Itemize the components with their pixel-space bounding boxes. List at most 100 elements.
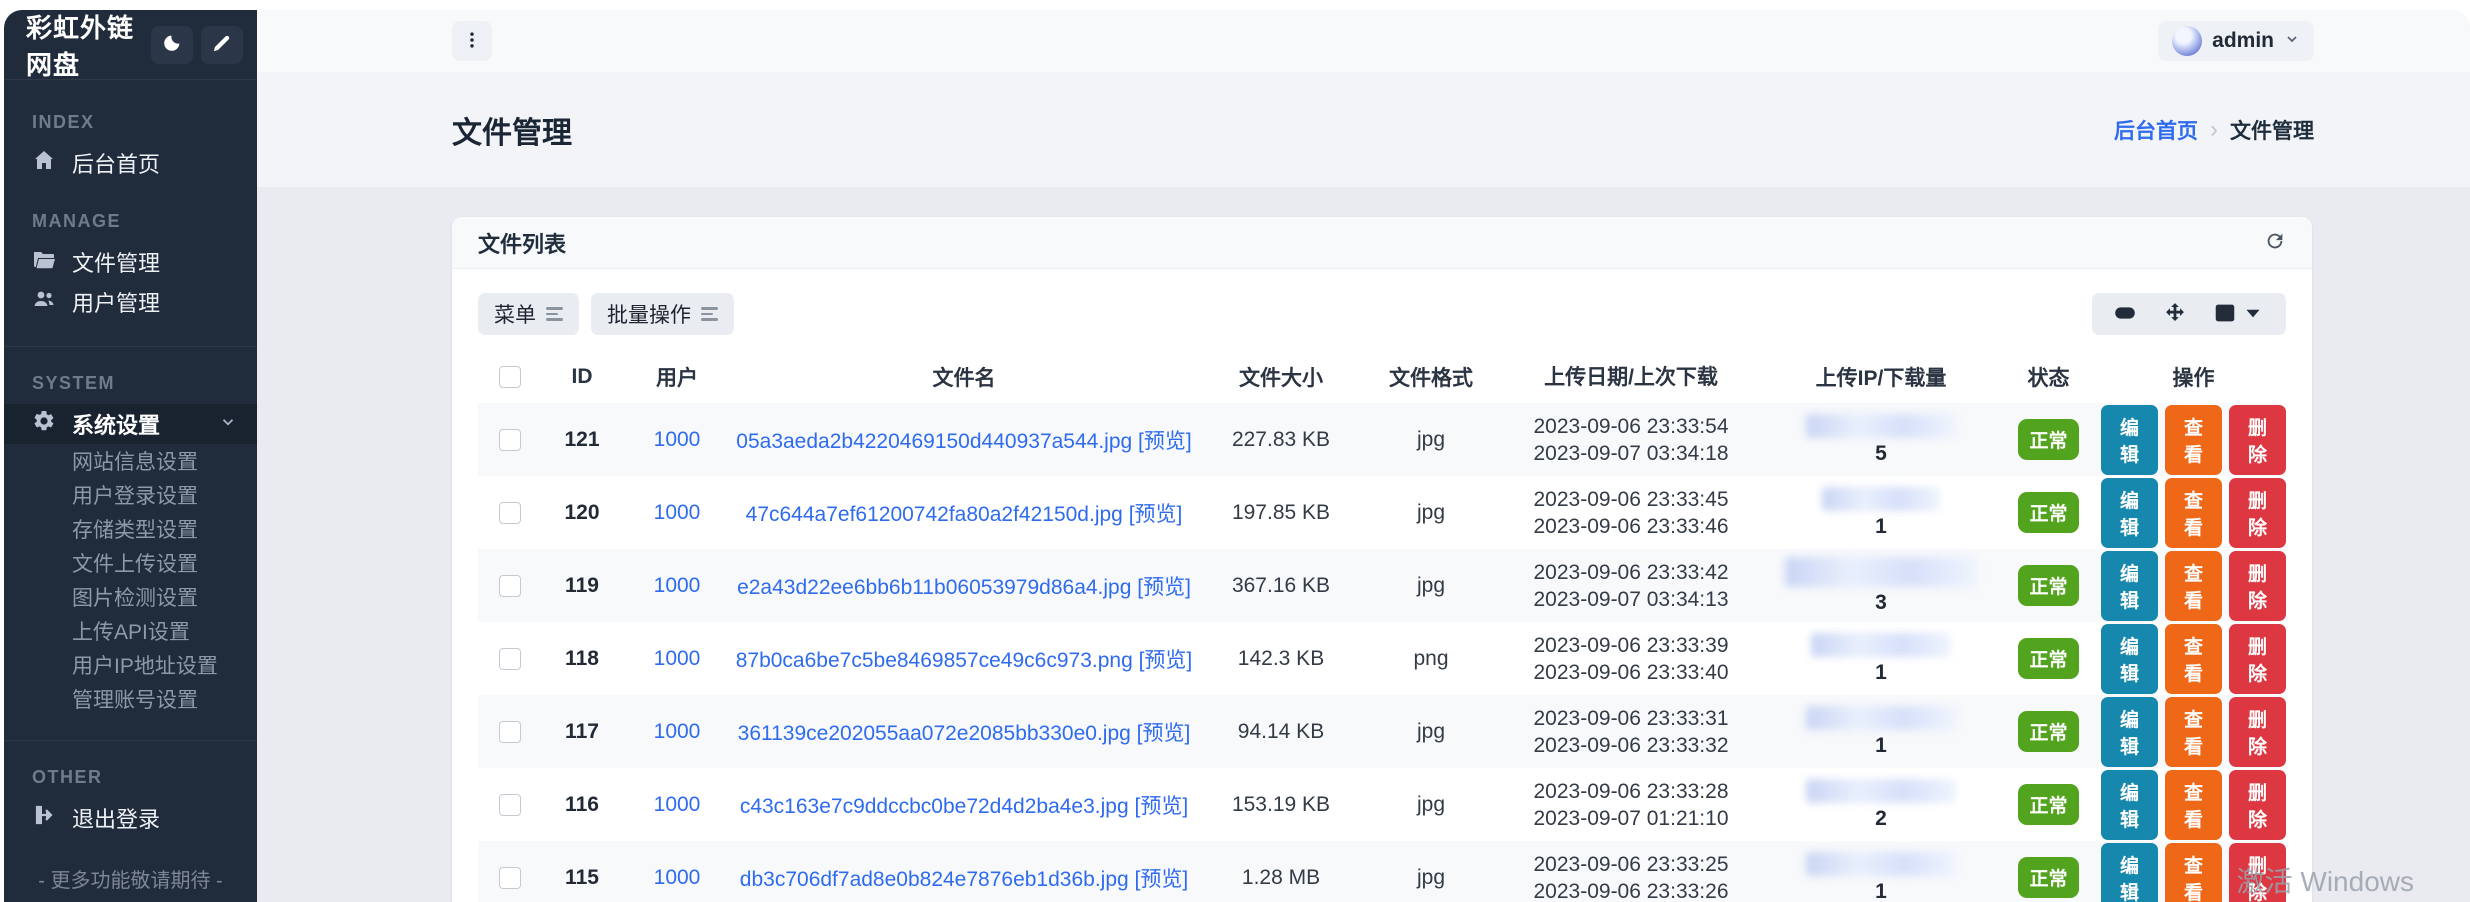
filename-link[interactable]: db3c706df7ad8e0b824e7876eb1d36b.jpg [740, 868, 1129, 891]
preview-link[interactable]: [预览] [1135, 795, 1189, 818]
view-button[interactable]: 查看 [2165, 478, 2222, 548]
settings-submenu: 网站信息设置 用户登录设置 存储类型设置 文件上传设置 图片检测设置 上传API… [4, 444, 257, 716]
last-download-date: 2023-09-06 23:33:46 [1496, 513, 1766, 540]
menu-dropdown-button[interactable]: 菜单 [478, 293, 579, 335]
delete-button[interactable]: 删除 [2229, 624, 2286, 694]
submenu-item-site-info[interactable]: 网站信息设置 [4, 444, 257, 478]
table-toolbar: 菜单 批量操作 [478, 293, 2286, 335]
row-checkbox[interactable] [499, 794, 521, 816]
breadcrumb-home-link[interactable]: 后台首页 [2114, 115, 2198, 145]
toggle-columns-button[interactable] [2114, 302, 2136, 327]
user-link[interactable]: 1000 [654, 574, 701, 597]
windows-activation-watermark: 激活 Windows [2237, 860, 2414, 900]
submenu-item-image-check[interactable]: 图片检测设置 [4, 580, 257, 614]
sidebar-item-logout[interactable]: 退出登录 [4, 798, 257, 838]
user-link[interactable]: 1000 [654, 720, 701, 743]
submenu-item-file-upload[interactable]: 文件上传设置 [4, 546, 257, 580]
edit-button[interactable]: 编辑 [2101, 843, 2158, 902]
chevron-down-icon [219, 411, 237, 437]
submenu-item-user-login[interactable]: 用户登录设置 [4, 478, 257, 512]
preview-link[interactable]: [预览] [1129, 503, 1183, 526]
user-link[interactable]: 1000 [654, 793, 701, 816]
sidebar-nav: INDEX 后台首页 MANAGE 文件管理 [4, 80, 257, 902]
sidebar-item-files[interactable]: 文件管理 [4, 242, 257, 282]
nav-section-index: INDEX 后台首页 [4, 112, 257, 183]
filename-link[interactable]: 47c644a7ef61200742fa80a2f42150d.jpg [746, 503, 1123, 526]
batch-button-label: 批量操作 [607, 299, 691, 329]
file-size: 227.83 KB [1196, 428, 1366, 452]
edit-button[interactable]: 编辑 [2101, 551, 2158, 621]
table-row: 118 1000 87b0ca6be7c5be8469857ce49c6c973… [478, 622, 2286, 695]
redacted-ip [1806, 414, 1956, 438]
card-title: 文件列表 [478, 227, 566, 259]
preview-link[interactable]: [预览] [1138, 430, 1192, 453]
kebab-menu-button[interactable] [452, 21, 492, 61]
main-area: admin 文件管理 后台首页 › 文件管理 [257, 10, 2470, 902]
edit-button[interactable]: 编辑 [2101, 624, 2158, 694]
delete-button[interactable]: 删除 [2229, 478, 2286, 548]
col-header-user: 用户 [622, 362, 732, 392]
delete-button[interactable]: 删除 [2229, 697, 2286, 767]
view-button[interactable]: 查看 [2165, 624, 2222, 694]
redacted-ip [1822, 487, 1940, 511]
refresh-button[interactable] [2264, 230, 2286, 255]
preview-link[interactable]: [预览] [1135, 868, 1189, 891]
row-checkbox[interactable] [499, 575, 521, 597]
batch-actions-button[interactable]: 批量操作 [591, 293, 734, 335]
view-button[interactable]: 查看 [2165, 551, 2222, 621]
sidebar-item-settings[interactable]: 系统设置 [4, 404, 257, 444]
breadcrumb-current: 文件管理 [2230, 115, 2314, 145]
preview-link[interactable]: [预览] [1137, 576, 1191, 599]
user-menu[interactable]: admin [2158, 21, 2314, 61]
sidebar-item-users[interactable]: 用户管理 [4, 282, 257, 322]
table-layout-button[interactable] [2214, 302, 2264, 327]
preview-link[interactable]: [预览] [1137, 722, 1191, 745]
preview-link[interactable]: [预览] [1139, 649, 1193, 672]
submenu-item-user-ip[interactable]: 用户IP地址设置 [4, 648, 257, 682]
theme-brush-button[interactable] [201, 26, 243, 64]
filename-link[interactable]: 361139ce202055aa072e2085bb330e0.jpg [738, 722, 1131, 745]
user-link[interactable]: 1000 [654, 501, 701, 524]
app-logo: 彩虹外链网盘 [26, 10, 143, 82]
edit-button[interactable]: 编辑 [2101, 478, 2158, 548]
delete-button[interactable]: 删除 [2229, 551, 2286, 621]
row-checkbox[interactable] [499, 502, 521, 524]
user-link[interactable]: 1000 [654, 428, 701, 451]
sidebar-item-label: 后台首页 [72, 147, 160, 179]
delete-button[interactable]: 删除 [2229, 770, 2286, 840]
user-link[interactable]: 1000 [654, 647, 701, 670]
submenu-item-admin-account[interactable]: 管理账号设置 [4, 682, 257, 716]
dark-mode-button[interactable] [151, 26, 193, 64]
download-count: 1 [1766, 734, 1996, 758]
delete-button[interactable]: 删除 [2229, 405, 2286, 475]
view-button[interactable]: 查看 [2165, 843, 2222, 902]
edit-button[interactable]: 编辑 [2101, 697, 2158, 767]
nav-section-manage: MANAGE 文件管理 用户管理 [4, 211, 257, 322]
file-id: 116 [542, 793, 622, 817]
redacted-ip [1785, 557, 1977, 587]
user-link[interactable]: 1000 [654, 866, 701, 889]
filename-link[interactable]: e2a43d22ee6bb6b11b06053979d86a4.jpg [737, 576, 1131, 599]
filename-link[interactable]: 87b0ca6be7c5be8469857ce49c6c973.png [736, 649, 1133, 672]
filename-link[interactable]: 05a3aeda2b4220469150d440937a544.jpg [736, 430, 1132, 453]
row-checkbox[interactable] [499, 867, 521, 889]
row-checkbox[interactable] [499, 648, 521, 670]
view-button[interactable]: 查看 [2165, 697, 2222, 767]
move-button[interactable] [2164, 302, 2186, 327]
page-title: 文件管理 [452, 108, 572, 152]
edit-button[interactable]: 编辑 [2101, 770, 2158, 840]
select-all-checkbox[interactable] [499, 366, 521, 388]
refresh-icon [2264, 230, 2286, 255]
row-checkbox[interactable] [499, 429, 521, 451]
submenu-item-storage-type[interactable]: 存储类型设置 [4, 512, 257, 546]
sidebar-item-dashboard[interactable]: 后台首页 [4, 143, 257, 183]
brush-icon [212, 33, 232, 56]
submenu-item-upload-api[interactable]: 上传API设置 [4, 614, 257, 648]
filename-link[interactable]: c43c163e7c9ddccbc0be72d4d2ba4e3.jpg [740, 795, 1129, 818]
logout-icon [32, 803, 56, 833]
row-checkbox[interactable] [499, 721, 521, 743]
view-button[interactable]: 查看 [2165, 770, 2222, 840]
redacted-ip [1806, 852, 1956, 876]
view-button[interactable]: 查看 [2165, 405, 2222, 475]
edit-button[interactable]: 编辑 [2101, 405, 2158, 475]
